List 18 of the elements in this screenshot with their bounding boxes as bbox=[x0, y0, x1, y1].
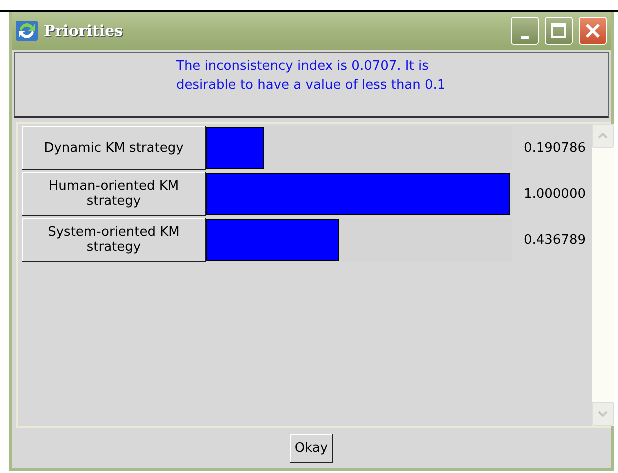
priority-value: 1.000000 bbox=[522, 186, 587, 204]
chevron-down-icon bbox=[598, 411, 608, 417]
chevron-up-icon bbox=[598, 133, 608, 139]
window-title: Priorities bbox=[44, 22, 124, 40]
inconsistency-message: The inconsistency index is 0.0707. It is desirable to have a value of less than 0.1 bbox=[176, 58, 447, 95]
maximize-icon bbox=[551, 23, 567, 39]
close-icon bbox=[585, 23, 601, 39]
priority-label: Human-oriented KM strategy bbox=[22, 172, 206, 216]
okay-button[interactable]: Okay bbox=[290, 434, 334, 462]
priority-value: 0.190786 bbox=[522, 140, 587, 158]
app-icon bbox=[16, 21, 38, 41]
priority-label: Dynamic KM strategy bbox=[22, 126, 206, 170]
priority-value: 0.436789 bbox=[522, 232, 587, 250]
minimize-button[interactable] bbox=[511, 17, 539, 45]
close-button[interactable] bbox=[579, 17, 607, 45]
minimize-icon bbox=[521, 36, 529, 38]
priority-label: System-oriented KM strategy bbox=[22, 218, 206, 262]
maximize-button[interactable] bbox=[545, 17, 573, 45]
